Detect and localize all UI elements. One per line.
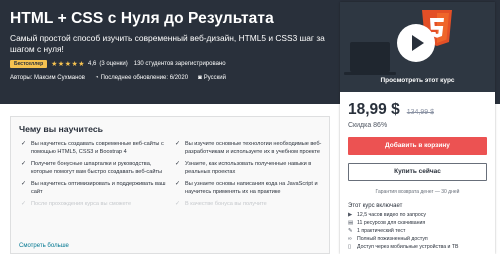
course-preview[interactable]: Просмотреть этот курс: [340, 2, 495, 92]
what-you-will-learn: Чему вы научитесь ✓ Вы научитесь создават…: [10, 116, 330, 254]
learn-item-text: Получите бонусные шпаргалки и руководств…: [31, 161, 163, 175]
preview-label: Просмотреть этот курс: [380, 77, 455, 84]
rating-count[interactable]: (3 оценки): [99, 61, 127, 67]
file-icon: ▤: [348, 220, 354, 226]
discount-label: Скидка 86%: [348, 122, 388, 129]
laptop-base: [344, 72, 396, 75]
learn-item: ✓ После прохождения курса вы сможете: [19, 201, 169, 209]
money-back-guarantee: Гарантия возврата денег — 30 дней: [375, 189, 460, 195]
learn-item-text: После прохождения курса вы сможете: [31, 201, 132, 207]
learn-item-text: Вы научитесь оптимизировать и поддержива…: [31, 181, 166, 195]
video-icon: ▶: [348, 212, 353, 218]
collapse-fade: [11, 229, 329, 253]
purchase-sidebar: Просмотреть этот курс 18,99 $ 134,99 $ С…: [340, 2, 495, 254]
star-rating-icon: ★★★★★: [51, 61, 86, 68]
original-price: 134,99 $: [406, 109, 434, 116]
check-icon: ✓: [21, 201, 27, 207]
play-icon: [412, 35, 424, 51]
learn-item-text: Узнаете, как использовать полученные нав…: [185, 161, 312, 175]
includes-item: ▶ 12,5 часов видео по запросу: [348, 211, 487, 219]
rating-value: 4,6: [88, 61, 97, 67]
includes-item: ▯ Доступ через мобильные устройства и ТВ: [348, 243, 487, 251]
learn-item-text: В качестве бонуса вы получите: [185, 201, 267, 207]
purchase-panel: 18,99 $ 134,99 $ Скидка 86% Добавить в к…: [340, 101, 495, 251]
includes-item: ✎ 1 практический тест: [348, 227, 487, 235]
price-row: 18,99 $ 134,99 $: [348, 101, 487, 119]
learn-item: ✓ Узнаете, как использовать полученные на…: [173, 161, 323, 176]
learn-grid: ✓ Вы научитесь создавать современные веб-…: [19, 141, 323, 214]
learn-item-text: Вы изучите основные технологии необходим…: [185, 141, 322, 155]
show-more-link[interactable]: Смотреть больше: [19, 243, 69, 249]
includes-item-text: 11 ресурсов для скачивания: [357, 220, 426, 226]
quiz-icon: ✎: [348, 228, 353, 234]
learn-item: ✓ Вы узнаете основы написания кода на Jav…: [173, 181, 323, 196]
includes-item-text: Доступ через мобильные устройства и ТВ: [357, 244, 459, 250]
play-button[interactable]: [397, 24, 435, 62]
course-language-text: Русский: [203, 75, 226, 81]
last-updated: ◔ Последнее обновление: 6/2020: [95, 75, 188, 81]
course-language: ◙ Русский: [198, 75, 226, 81]
infinity-icon: ∞: [348, 236, 352, 242]
buy-now-button[interactable]: Купить сейчас: [348, 163, 487, 181]
learn-item: ✓ Вы научитесь оптимизировать и поддержив…: [19, 181, 169, 196]
learn-title: Чему вы научитесь: [19, 124, 103, 134]
course-subtitle: Самый простой способ изучить современный…: [10, 33, 325, 54]
learn-item-text: Вы научитесь создавать современные веб-с…: [31, 141, 164, 155]
bestseller-badge: Бестселлер: [10, 60, 48, 68]
last-updated-text: Последнее обновление: 6/2020: [100, 75, 189, 81]
author-link[interactable]: Авторы: Максим Сухманов: [10, 75, 85, 81]
add-to-cart-button[interactable]: Добавить в корзину: [348, 137, 487, 155]
includes-title: Этот курс включает: [348, 203, 403, 209]
course-meta: Авторы: Максим Сухманов ◔ Последнее обнов…: [10, 75, 332, 81]
enrolled-count: 130 студентов зарегистрировано: [133, 61, 226, 67]
includes-item-text: Полный пожизненный доступ: [357, 236, 428, 242]
alert-icon: ◔: [94, 75, 99, 81]
learn-item: ✓ Вы изучите основные технологии необходи…: [173, 141, 323, 156]
check-icon: ✓: [21, 181, 27, 187]
includes-item: ∞ Полный пожизненный доступ: [348, 235, 487, 243]
check-icon: ✓: [175, 141, 181, 147]
includes-item-text: 1 практический тест: [357, 228, 406, 234]
rating-row: Бестселлер ★★★★★ 4,6 (3 оценки) 130 студ…: [10, 60, 332, 68]
check-icon: ✓: [21, 161, 27, 167]
speech-bubble-icon: ◙: [198, 75, 202, 81]
includes-list: ▶ 12,5 часов видео по запросу ▤ 11 ресурсо…: [348, 211, 487, 251]
current-price: 18,99 $: [348, 101, 400, 118]
course-title: HTML + CSS с Нуля до Результата: [10, 10, 274, 27]
course-header-text: HTML + CSS с Нуля до Результата Самый пр…: [10, 9, 332, 81]
check-icon: ✓: [175, 161, 181, 167]
includes-item: ▤ 11 ресурсов для скачивания: [348, 219, 487, 227]
laptop-screen: [350, 42, 390, 72]
includes-item-text: 12,5 часов видео по запросу: [357, 212, 426, 218]
check-icon: ✓: [175, 201, 181, 207]
check-icon: ✓: [175, 181, 181, 187]
check-icon: ✓: [21, 141, 27, 147]
learn-item-text: Вы узнаете основы написания кода на Java…: [185, 181, 318, 195]
learn-item: ✓ Вы научитесь создавать современные веб-…: [19, 141, 169, 156]
learn-item: ✓ В качестве бонуса вы получите: [173, 201, 323, 209]
learn-item: ✓ Получите бонусные шпаргалки и руководст…: [19, 161, 169, 176]
mobile-icon: ▯: [348, 244, 352, 250]
